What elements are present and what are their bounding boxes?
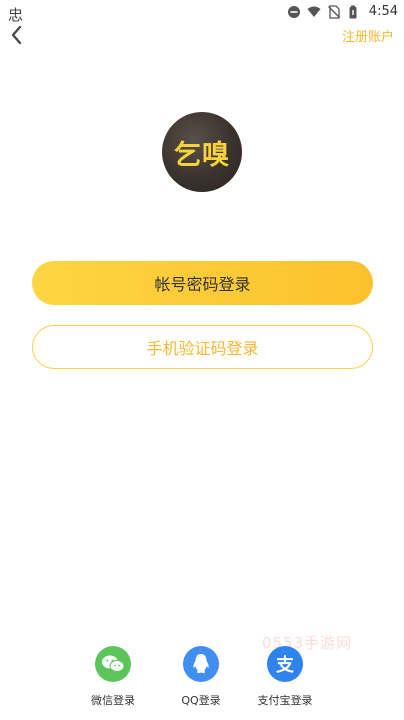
app-logo: 乞嗅 xyxy=(162,112,242,192)
sms-login-label: 手机验证码登录 xyxy=(146,339,259,358)
password-login-button[interactable]: 帐号密码登录 xyxy=(32,261,373,305)
wechat-login-label: 微信登录 xyxy=(91,694,135,707)
register-account-link[interactable]: 注册账户 xyxy=(342,26,394,45)
wechat-icon xyxy=(102,655,125,672)
status-icons: 4:54 xyxy=(287,4,398,19)
alipay-icon: 支 xyxy=(267,646,303,682)
chevron-left-icon xyxy=(11,25,22,45)
back-button[interactable] xyxy=(6,22,30,48)
alipay-login-button[interactable]: 支 支付宝登录 xyxy=(250,646,320,708)
wechat-icon-circle xyxy=(95,646,131,682)
status-time: 4:54 xyxy=(368,4,398,19)
alipay-login-label: 支付宝登录 xyxy=(257,694,313,707)
alipay-glyph: 支 xyxy=(276,655,294,676)
no-sim-icon xyxy=(327,4,340,19)
qq-login-button[interactable]: QQ登录 xyxy=(166,646,236,708)
qq-icon-circle xyxy=(183,646,219,682)
battery-icon xyxy=(349,5,357,18)
qq-login-label: QQ登录 xyxy=(181,694,221,707)
do-not-disturb-icon xyxy=(287,5,300,18)
social-login-row: 微信登录 QQ登录 支 支付宝登录 xyxy=(0,646,404,716)
wechat-login-button[interactable]: 微信登录 xyxy=(78,646,148,708)
qq-penguin-icon xyxy=(193,654,209,673)
top-nav: 注册账户 xyxy=(0,22,404,48)
wifi-icon xyxy=(307,6,321,17)
logo-text: 乞嗅 xyxy=(174,139,230,171)
password-login-label: 帐号密码登录 xyxy=(154,275,251,294)
sms-login-button[interactable]: 手机验证码登录 xyxy=(32,325,373,369)
